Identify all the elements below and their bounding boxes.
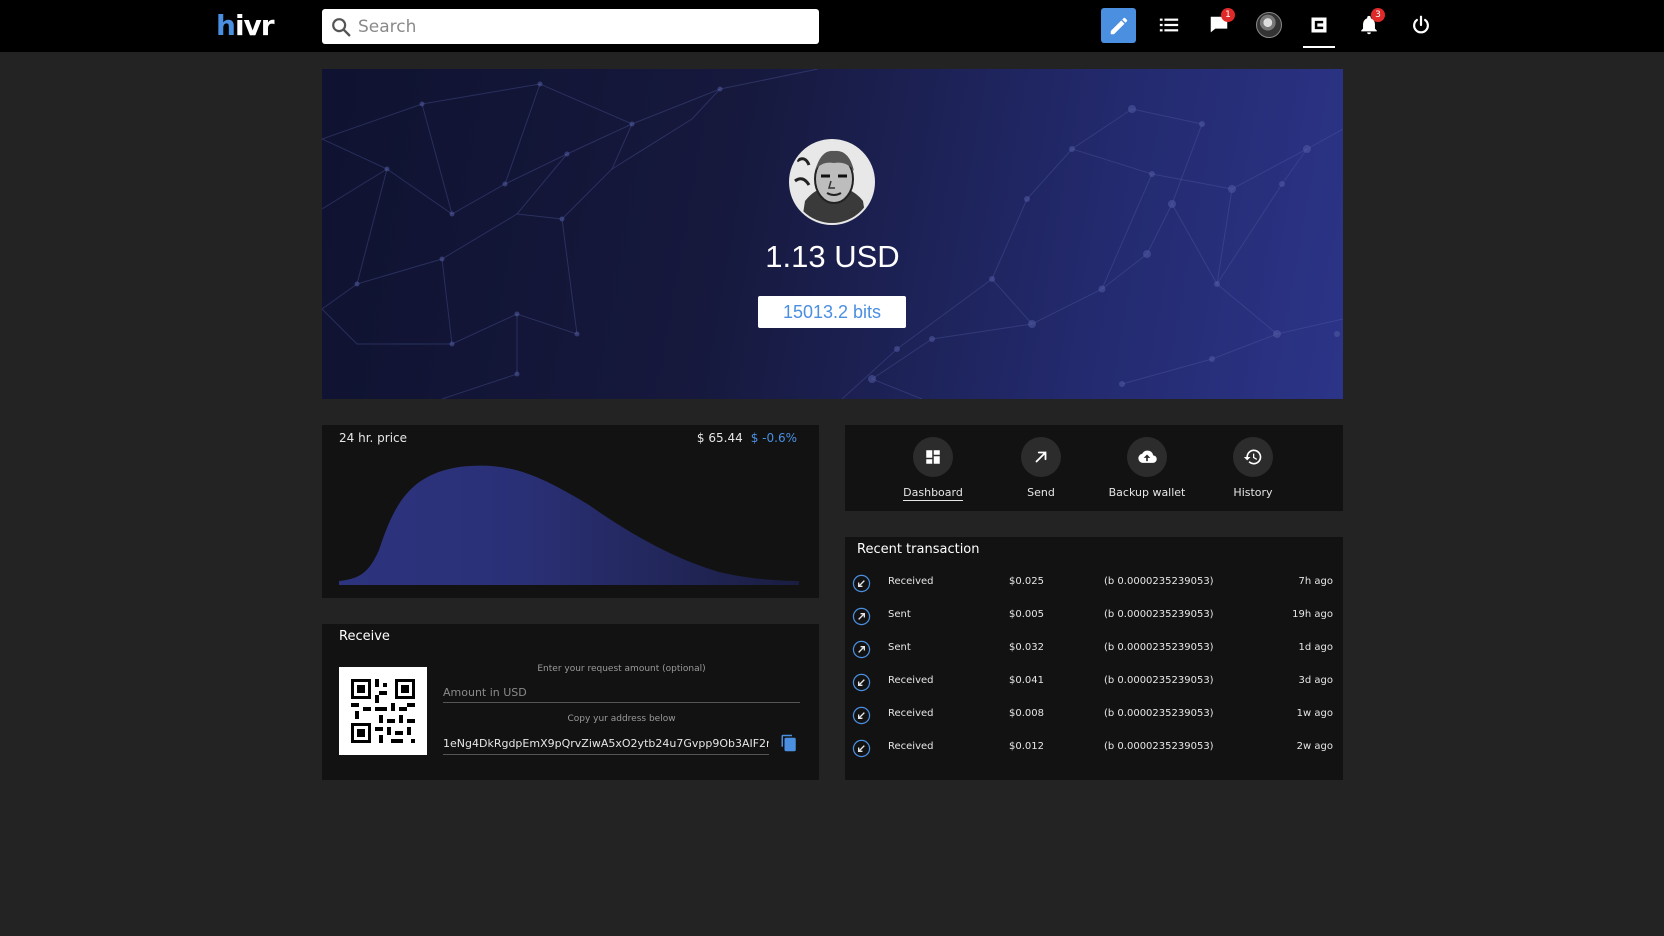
price-area [339, 465, 799, 585]
transaction-row[interactable]: Received $0.041 (b 0.0000235239053) 3d ago [845, 666, 1343, 699]
wallet-icon [1311, 17, 1327, 33]
notifications-badge: 3 [1371, 8, 1385, 22]
wallet-actions-panel: Dashboard Send Backup wallet History [845, 425, 1343, 511]
search-icon [332, 18, 351, 37]
balance-bits: 15013.2 bits [758, 296, 906, 328]
copy-address-hint: Copy yur address below [567, 714, 676, 724]
history-action[interactable]: History [1208, 437, 1298, 500]
list-icon [1159, 18, 1179, 32]
transaction-row[interactable]: Received $0.012 (b 0.0000235239053) 2w ago [845, 732, 1343, 765]
top-navigation-bar: hivr 1 [0, 0, 1664, 52]
price-change: $ -0.6% [750, 431, 797, 445]
price-area-chart [339, 465, 799, 585]
messages-badge: 1 [1221, 8, 1235, 22]
recent-transactions-panel: Recent transaction Received $0.025 (b 0.00… [845, 537, 1343, 780]
profile-button[interactable] [1251, 6, 1287, 44]
search-input[interactable] [358, 9, 808, 44]
transaction-time: 19h ago [1292, 609, 1333, 620]
notifications-button[interactable]: 3 [1351, 6, 1387, 44]
transaction-time: 2w ago [1296, 741, 1333, 752]
transaction-type: Sent [888, 642, 911, 653]
dashboard-icon [926, 450, 940, 464]
send-action-label: Send [1027, 486, 1055, 499]
backup-wallet-action-circle [1127, 437, 1167, 477]
logout-button[interactable] [1403, 6, 1439, 44]
price-value-group: $ 65.44 $ -0.6% [697, 431, 797, 445]
cloud-upload-icon [1138, 450, 1157, 463]
transaction-row[interactable]: Received $0.025 (b 0.0000235239053) 7h ago [845, 567, 1343, 600]
transaction-type: Received [888, 675, 934, 686]
transaction-bits: (b 0.0000235239053) [1104, 708, 1214, 719]
transaction-bits: (b 0.0000235239053) [1104, 576, 1214, 587]
send-action[interactable]: Send [996, 437, 1086, 500]
backup-wallet-action-label: Backup wallet [1108, 486, 1186, 499]
compose-button[interactable] [1101, 8, 1136, 43]
sent-arrow-icon [852, 640, 871, 659]
transaction-usd: $0.041 [1009, 675, 1044, 686]
pencil-icon [1110, 17, 1127, 34]
transaction-type: Sent [888, 609, 911, 620]
power-icon [1413, 15, 1429, 34]
transaction-type: Received [888, 576, 934, 587]
transaction-usd: $0.012 [1009, 741, 1044, 752]
price-label: 24 hr. price [339, 431, 408, 445]
received-arrow-icon [852, 673, 871, 692]
wallet-button[interactable] [1301, 6, 1337, 48]
history-icon [1243, 449, 1262, 465]
qr-code-image [339, 667, 427, 755]
transaction-time: 1w ago [1296, 708, 1333, 719]
request-amount-hint: Enter your request amount (optional) [537, 664, 706, 674]
transaction-type: Received [888, 708, 934, 719]
transaction-row[interactable]: Received $0.008 (b 0.0000235239053) 1w ago [845, 699, 1343, 732]
sent-arrow-icon [852, 607, 871, 626]
transaction-usd: $0.008 [1009, 708, 1044, 719]
backup-wallet-action[interactable]: Backup wallet [1102, 437, 1192, 500]
copy-address-button[interactable] [780, 734, 800, 754]
messages-button[interactable]: 1 [1201, 6, 1237, 44]
transaction-bits: (b 0.0000235239053) [1104, 642, 1214, 653]
received-arrow-icon [852, 574, 871, 593]
recent-transactions-title: Recent transaction [857, 542, 980, 557]
send-arrow-icon [1035, 451, 1047, 463]
search-box[interactable] [322, 9, 819, 44]
avatar [1256, 12, 1282, 38]
transaction-bits: (b 0.0000235239053) [1104, 675, 1214, 686]
transaction-usd: $0.025 [1009, 576, 1044, 587]
copy-icon [781, 734, 796, 752]
price-panel: 24 hr. price $ 65.44 $ -0.6% [322, 425, 819, 598]
send-action-circle [1021, 437, 1061, 477]
address-qr-code [339, 667, 427, 755]
avatar-portrait-image [791, 141, 873, 223]
transaction-time: 1d ago [1298, 642, 1333, 653]
history-action-label: History [1233, 486, 1273, 499]
transaction-usd: $0.032 [1009, 642, 1044, 653]
user-avatar-large[interactable] [789, 139, 875, 225]
price-value: $ 65.44 [696, 431, 743, 445]
dashboard-action[interactable]: Dashboard [888, 437, 978, 501]
dashboard-action-circle [913, 437, 953, 477]
received-arrow-icon [852, 706, 871, 725]
receive-panel: Receive Enter your request amount (optio… [322, 624, 819, 780]
feed-list-button[interactable] [1151, 6, 1187, 44]
receive-title: Receive [339, 629, 390, 644]
amount-usd-input[interactable] [443, 683, 800, 703]
transaction-usd: $0.005 [1009, 609, 1044, 620]
wallet-hero-banner: 1.13 USD 15013.2 bits [322, 69, 1343, 399]
network-background-graphic [322, 69, 1343, 399]
transaction-time: 3d ago [1298, 675, 1333, 686]
transaction-bits: (b 0.0000235239053) [1104, 741, 1214, 752]
hivr-logo[interactable]: hivr [216, 10, 280, 42]
dashboard-action-label: Dashboard [903, 486, 963, 501]
transaction-type: Received [888, 741, 934, 752]
balance-usd: 1.13 USD [765, 239, 900, 274]
received-arrow-icon [852, 739, 871, 758]
history-action-circle [1233, 437, 1273, 477]
wallet-address[interactable]: 1eNg4DkRgdpEmX9pQrvZiwA5xO2ytb24u7Gvpp9O… [443, 737, 769, 755]
transaction-row[interactable]: Sent $0.032 (b 0.0000235239053) 1d ago [845, 633, 1343, 666]
transaction-bits: (b 0.0000235239053) [1104, 609, 1214, 620]
transaction-time: 7h ago [1298, 576, 1333, 587]
transaction-row[interactable]: Sent $0.005 (b 0.0000235239053) 19h ago [845, 600, 1343, 633]
svg-text:hivr: hivr [216, 10, 275, 42]
